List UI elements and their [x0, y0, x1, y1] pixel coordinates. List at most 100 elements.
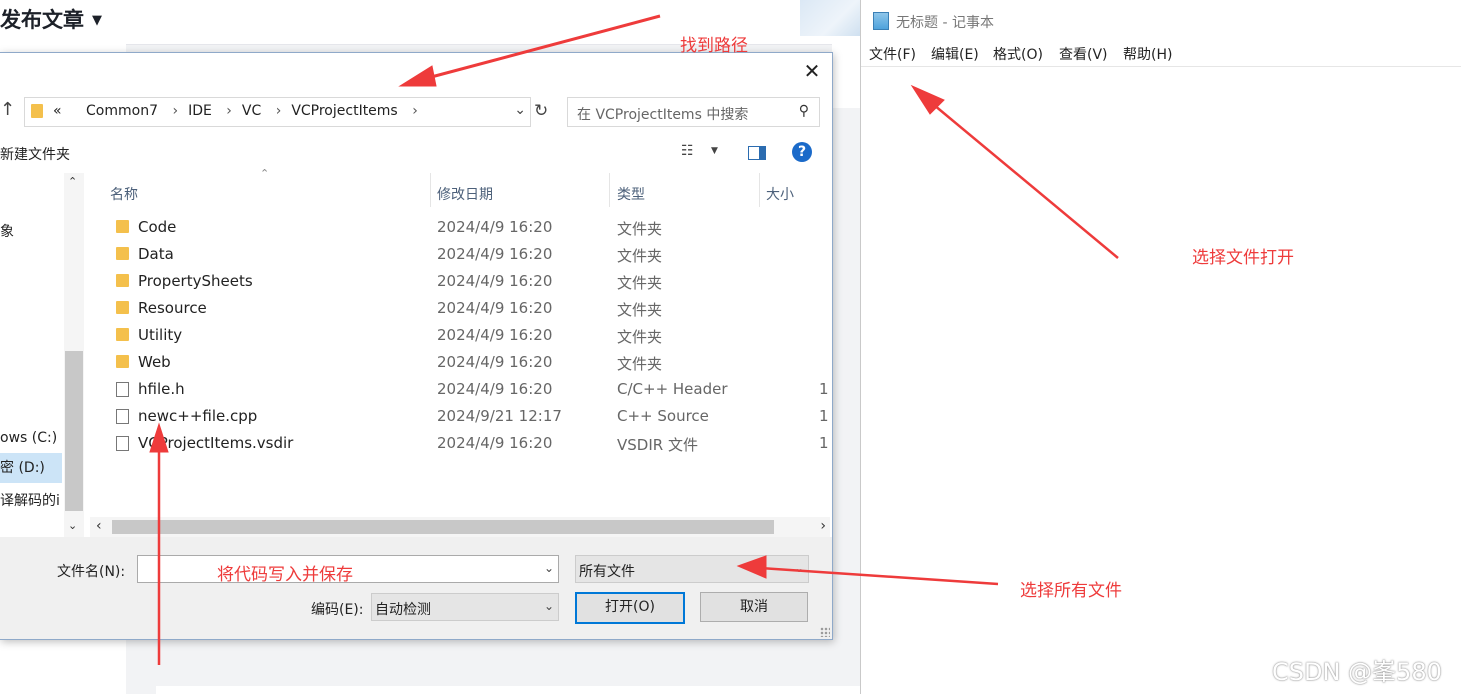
address-bar[interactable]: « Common7 › IDE › VC › VCProjectItems › ⌄ — [24, 97, 531, 127]
column-header-size[interactable]: 大小 — [766, 178, 794, 212]
annotation-find-path: 找到路径 — [680, 36, 748, 56]
menu-edit[interactable]: 编辑(E) — [931, 44, 979, 64]
file-type: 文件夹 — [617, 220, 663, 238]
encoding-value: 自动检测 — [375, 602, 431, 618]
file-type: 文件夹 — [617, 301, 663, 319]
notepad-menubar: 文件(F) 编辑(E) 格式(O) 查看(V) 帮助(H) — [861, 40, 1461, 67]
nav-item-decode[interactable]: 译解码的i — [0, 490, 60, 510]
column-divider[interactable] — [759, 173, 760, 207]
chevron-down-icon: ▼ — [92, 13, 102, 28]
file-size: 1 — [819, 434, 829, 452]
column-header-name[interactable]: 名称 — [110, 178, 138, 212]
new-folder-button[interactable]: 新建文件夹 — [0, 144, 70, 164]
horizontal-scroll-thumb[interactable] — [112, 520, 774, 534]
filetype-select[interactable]: 所有文件 ⌄ — [575, 555, 809, 583]
file-row-newcppfile[interactable]: newc++file.cpp 2024/9/21 12:17 C++ Sourc… — [108, 403, 830, 430]
chevron-left-icon[interactable]: ‹ — [96, 518, 102, 534]
file-date: 2024/4/9 16:20 — [437, 434, 553, 452]
breadcrumb-common7[interactable]: Common7 — [86, 103, 158, 119]
nav-item-drive-d[interactable]: 密 (D:) — [0, 453, 62, 483]
horizontal-scrollbar[interactable]: ‹ › — [90, 517, 830, 537]
column-header-type[interactable]: 类型 — [617, 178, 645, 212]
open-button[interactable]: 打开(O) — [575, 592, 685, 624]
chevron-down-icon[interactable]: ⌄ — [68, 519, 77, 532]
cancel-button[interactable]: 取消 — [700, 592, 808, 622]
breadcrumb-vcprojectitems[interactable]: VCProjectItems — [291, 103, 397, 119]
chevron-down-icon[interactable]: ⌄ — [794, 561, 804, 575]
file-date: 2024/4/9 16:20 — [437, 299, 553, 317]
menu-file[interactable]: 文件(F) — [869, 44, 916, 64]
annotation-write-and-save: 将代码写入并保存 — [217, 565, 353, 585]
chevron-up-icon[interactable]: ⌃ — [68, 175, 77, 188]
file-type: 文件夹 — [617, 274, 663, 292]
nav-item-object[interactable]: 象 — [0, 221, 14, 241]
publish-article-title[interactable]: 发布文章 ▼ — [0, 4, 102, 34]
chevron-down-icon[interactable]: ⌄ — [544, 561, 554, 575]
notepad-icon — [873, 12, 889, 30]
nav-scroll-thumb[interactable] — [65, 351, 83, 511]
file-date: 2024/4/9 16:20 — [437, 380, 553, 398]
address-path[interactable]: « Common7 › IDE › VC › VCProjectItems › — [53, 103, 428, 119]
column-header-date[interactable]: 修改日期 — [437, 178, 493, 212]
folder-icon — [31, 104, 43, 118]
file-name: newc++file.cpp — [138, 407, 258, 425]
refresh-icon[interactable]: ↻ — [534, 101, 548, 121]
view-options-icon[interactable]: ☷ — [681, 143, 694, 159]
up-arrow-icon[interactable]: ↑ — [0, 99, 15, 120]
column-divider[interactable] — [430, 173, 431, 207]
notepad-text-area[interactable] — [861, 67, 1461, 694]
chevron-right-icon[interactable]: › — [820, 518, 826, 534]
editor-bottom-panel — [156, 686, 860, 694]
file-type: 文件夹 — [617, 247, 663, 265]
file-icon — [116, 436, 129, 451]
source-file-icon — [116, 409, 129, 424]
breadcrumb-vc[interactable]: VC — [242, 103, 261, 119]
chevron-down-icon[interactable]: ⌄ — [544, 599, 554, 613]
annotation-choose-all-files: 选择所有文件 — [1020, 581, 1122, 601]
help-icon[interactable]: ? — [792, 142, 812, 162]
file-date: 2024/4/9 16:20 — [437, 218, 553, 236]
file-type: 文件夹 — [617, 355, 663, 373]
file-date: 2024/4/9 16:20 — [437, 272, 553, 290]
file-type: 文件夹 — [617, 328, 663, 346]
notepad-titlebar[interactable]: 无标题 - 记事本 — [861, 0, 1461, 40]
banner-image — [800, 0, 860, 36]
folder-icon — [116, 247, 129, 260]
file-row-vsdir[interactable]: VCProjectItems.vsdir 2024/4/9 16:20 VSDI… — [108, 430, 830, 457]
header-file-icon — [116, 382, 129, 397]
file-size: 1 — [819, 380, 829, 398]
breadcrumb-overflow[interactable]: « — [53, 103, 62, 119]
resize-grip-icon[interactable] — [820, 627, 830, 637]
file-name: Resource — [138, 299, 207, 317]
file-date: 2024/4/9 16:20 — [437, 353, 553, 371]
file-name: PropertySheets — [138, 272, 253, 290]
close-icon[interactable]: ✕ — [802, 61, 822, 81]
chevron-down-icon[interactable]: ⌄ — [514, 102, 526, 118]
file-name: Code — [138, 218, 177, 236]
file-name: hfile.h — [138, 380, 185, 398]
navigation-pane: 象 ows (C:) 密 (D:) 译解码的i ⌃ ⌄ — [0, 173, 84, 537]
file-row-hfile[interactable]: hfile.h 2024/4/9 16:20 C/C++ Header 1 — [108, 376, 830, 403]
menu-view[interactable]: 查看(V) — [1059, 44, 1108, 64]
file-row-data[interactable]: Data 2024/4/9 16:20 文件夹 — [108, 241, 830, 268]
menu-format[interactable]: 格式(O) — [993, 44, 1043, 64]
file-row-utility[interactable]: Utility 2024/4/9 16:20 文件夹 — [108, 322, 830, 349]
preview-pane-icon[interactable] — [748, 146, 766, 160]
file-name: Web — [138, 353, 171, 371]
breadcrumb-ide[interactable]: IDE — [188, 103, 212, 119]
file-row-web[interactable]: Web 2024/4/9 16:20 文件夹 — [108, 349, 830, 376]
file-row-propertysheets[interactable]: PropertySheets 2024/4/9 16:20 文件夹 — [108, 268, 830, 295]
file-date: 2024/9/21 12:17 — [437, 407, 562, 425]
file-row-code[interactable]: Code 2024/4/9 16:20 文件夹 — [108, 214, 830, 241]
notepad-window: 无标题 - 记事本 文件(F) 编辑(E) 格式(O) 查看(V) 帮助(H) — [860, 0, 1461, 694]
file-name: VCProjectItems.vsdir — [138, 434, 294, 452]
chevron-down-icon[interactable]: ▼ — [711, 146, 718, 156]
column-divider[interactable] — [609, 173, 610, 207]
nav-item-drive-c[interactable]: ows (C:) — [0, 430, 57, 446]
folder-icon — [116, 220, 129, 233]
file-size: 1 — [819, 407, 829, 425]
file-row-resource[interactable]: Resource 2024/4/9 16:20 文件夹 — [108, 295, 830, 322]
menu-help[interactable]: 帮助(H) — [1123, 44, 1172, 64]
search-input[interactable]: 在 VCProjectItems 中搜索 ⚲ — [567, 97, 820, 127]
encoding-select[interactable]: 自动检测 ⌄ — [371, 593, 559, 621]
